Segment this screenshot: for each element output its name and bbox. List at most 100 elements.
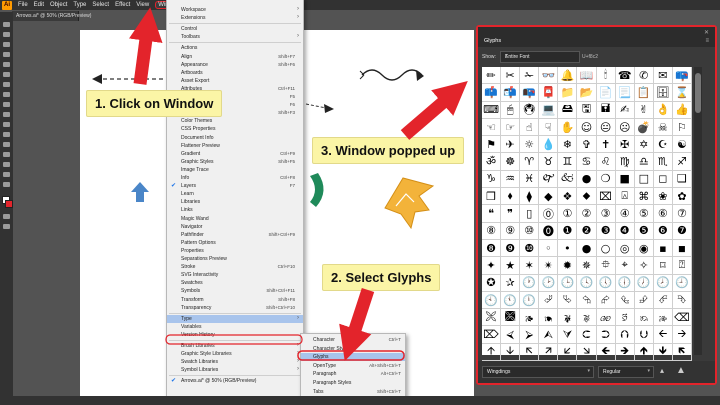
glyph-cell[interactable]: ✴ xyxy=(539,257,559,275)
glyph-cell[interactable]: ✂ xyxy=(501,67,521,85)
glyph-cell[interactable]: ■ xyxy=(615,170,635,189)
window-menu-item-image-trace[interactable]: Image Trace xyxy=(167,166,303,174)
glyph-cell[interactable]: 🡬 xyxy=(520,343,540,362)
glyph-cell[interactable]: ⮰ xyxy=(539,291,559,310)
type-submenu-item-character[interactable]: Character Ctrl+T xyxy=(301,336,405,344)
glyph-cell[interactable]: ⑤ xyxy=(634,205,654,223)
rectangle-tool-icon[interactable] xyxy=(3,72,10,77)
glyph-cell[interactable]: ✌ xyxy=(634,101,654,119)
glyph-cell[interactable]: ☝ xyxy=(520,118,540,137)
menu-select[interactable]: Select xyxy=(92,2,109,8)
glyph-cell[interactable]: 📁 xyxy=(558,84,578,102)
glyph-cell[interactable]: ❿ xyxy=(520,239,540,258)
glyph-cell[interactable]: ● xyxy=(577,239,597,258)
glyph-cell[interactable]: 👓 xyxy=(539,67,559,85)
show-select[interactable]: Entire Font ▾ xyxy=(500,51,580,63)
glyph-cell[interactable]: ⯐ xyxy=(596,257,616,275)
glyph-cell[interactable]: ⌖ xyxy=(615,257,635,275)
glyph-cell[interactable]: ◎ xyxy=(615,239,635,258)
glyph-cell[interactable]: 🖴 xyxy=(558,101,578,119)
window-menu-item-document-info[interactable]: Document Info xyxy=(167,134,303,142)
window-menu-item-gradient[interactable]: Gradient Ctrl+F9 xyxy=(167,150,303,158)
glyph-cell[interactable]: ☞ xyxy=(501,118,521,137)
glyph-cell[interactable]: ⍓ xyxy=(615,188,635,206)
glyph-cell[interactable]: 📂 xyxy=(577,84,597,102)
glyph-cell[interactable]: 💣 xyxy=(634,118,654,137)
scrollbar-thumb[interactable] xyxy=(695,73,701,113)
glyph-cell[interactable]: ⮙ xyxy=(539,326,559,344)
glyph-cell[interactable]: ❽ xyxy=(482,239,502,258)
glyph-cell[interactable]: 🕯 xyxy=(596,67,616,85)
glyph-cell[interactable]: ✦ xyxy=(482,257,502,275)
glyph-cell[interactable]: 🕑 xyxy=(539,274,559,292)
glyph-cell[interactable]: ✠ xyxy=(615,136,635,154)
width-tool-icon[interactable] xyxy=(3,132,10,137)
glyph-cell[interactable]: 🡩 xyxy=(482,343,502,362)
window-menu-item-transparency[interactable]: Transparency Shift+Ctrl+F10 xyxy=(167,304,303,312)
glyph-cell[interactable]: ♌ xyxy=(596,153,616,171)
glyph-cell[interactable]: □ xyxy=(634,170,654,189)
glyph-cell[interactable]: ⑩ xyxy=(520,222,540,240)
glyph-cell[interactable]: ★ xyxy=(501,257,521,275)
glyph-cell[interactable]: ❺ xyxy=(634,222,654,240)
glyph-cell[interactable]: 🙫 xyxy=(501,309,521,327)
close-icon[interactable]: ✕ xyxy=(704,29,709,36)
glyph-cell[interactable]: ② xyxy=(577,205,597,223)
glyph-cell[interactable]: ❾ xyxy=(501,239,521,258)
glyph-cell[interactable]: 📄 xyxy=(596,84,616,102)
glyph-cell[interactable]: 👌 xyxy=(653,101,673,119)
glyph-cell[interactable]: ④ xyxy=(615,205,635,223)
glyph-cell[interactable]: ♓ xyxy=(520,170,540,189)
glyph-cell[interactable]: ⮚ xyxy=(520,326,540,344)
glyph-cell[interactable]: 🙖 xyxy=(577,309,597,327)
glyph-cell[interactable]: 🖬 xyxy=(596,101,616,119)
glyph-cell[interactable]: ♋ xyxy=(577,153,597,171)
window-menu-item-pattern-options[interactable]: Pattern Options xyxy=(167,239,303,247)
glyph-cell[interactable]: 💻 xyxy=(539,101,559,119)
glyph-cell[interactable]: 🖲 xyxy=(520,101,540,119)
glyph-cell[interactable]: 🙰 xyxy=(539,170,559,189)
rotate-tool-icon[interactable] xyxy=(3,112,10,117)
glyph-cell[interactable]: 🕚 xyxy=(501,291,521,310)
glyph-cell[interactable]: ❝ xyxy=(482,205,502,223)
glyph-cell[interactable]: 📃 xyxy=(615,84,635,102)
glyph-cell[interactable]: ⧫ xyxy=(520,188,540,206)
glyph-cell[interactable]: ॐ xyxy=(482,153,502,171)
glyph-cell[interactable]: • xyxy=(558,239,578,258)
glyph-cell[interactable]: ▯ xyxy=(520,205,540,223)
window-menu-item-swatch-libraries[interactable]: Swatch Libraries › xyxy=(167,358,303,366)
glyph-cell[interactable]: 😐 xyxy=(596,118,616,137)
menu-type[interactable]: Type xyxy=(73,2,86,8)
glyph-cell[interactable]: 🕘 xyxy=(672,274,692,292)
glyph-cell[interactable]: ☼ xyxy=(520,136,540,154)
glyph-cell[interactable]: ☺ xyxy=(577,118,597,137)
window-menu-item-toolbars[interactable]: Toolbars › xyxy=(167,33,303,41)
glyph-cell[interactable]: ⓪ xyxy=(539,205,559,223)
glyph-cell[interactable]: ✏ xyxy=(482,67,502,85)
window-menu-item-magic-wand[interactable]: Magic Wand xyxy=(167,215,303,223)
glyph-cell[interactable]: ❍ xyxy=(596,170,616,189)
glyph-cell[interactable]: ☸ xyxy=(501,153,521,171)
window-menu-item-asset-export[interactable]: Asset Export xyxy=(167,77,303,85)
glyph-cell[interactable]: 🕓 xyxy=(577,274,597,292)
glyph-cell[interactable]: 📮 xyxy=(539,84,559,102)
glyph-cell[interactable]: 🗄 xyxy=(653,84,673,102)
font-style-select[interactable]: Regular ▾ xyxy=(598,366,654,378)
menu-view[interactable]: View xyxy=(136,2,149,8)
glyph-cell[interactable]: ⑦ xyxy=(672,205,692,223)
glyph-cell[interactable]: 🙓 xyxy=(653,309,673,327)
glyph-cell[interactable]: 🕒 xyxy=(558,274,578,292)
window-menu-item-arrows-ai-50-rgb-preview[interactable]: Arrows.ai* @ 50% (RGB/Preview) ✔ xyxy=(167,377,303,385)
glyph-cell[interactable]: 📬 xyxy=(501,84,521,102)
glyph-cell[interactable]: ❼ xyxy=(672,222,692,240)
menu-object[interactable]: Object xyxy=(50,2,67,8)
window-menu-item-appearance[interactable]: Appearance Shift+F6 xyxy=(167,61,303,69)
pencil-tool-icon[interactable] xyxy=(3,92,10,97)
window-menu-item-extensions[interactable]: Extensions › xyxy=(167,14,303,22)
shape-builder-tool-icon[interactable] xyxy=(3,142,10,147)
glyph-cell[interactable]: ♈ xyxy=(520,153,540,171)
glyph-cell[interactable]: ◉ xyxy=(634,239,654,258)
window-menu-item-control[interactable]: Control xyxy=(167,25,303,33)
glyph-cell[interactable]: ◾ xyxy=(672,239,692,258)
window-menu-item-flattener-preview[interactable]: Flattener Preview xyxy=(167,142,303,150)
